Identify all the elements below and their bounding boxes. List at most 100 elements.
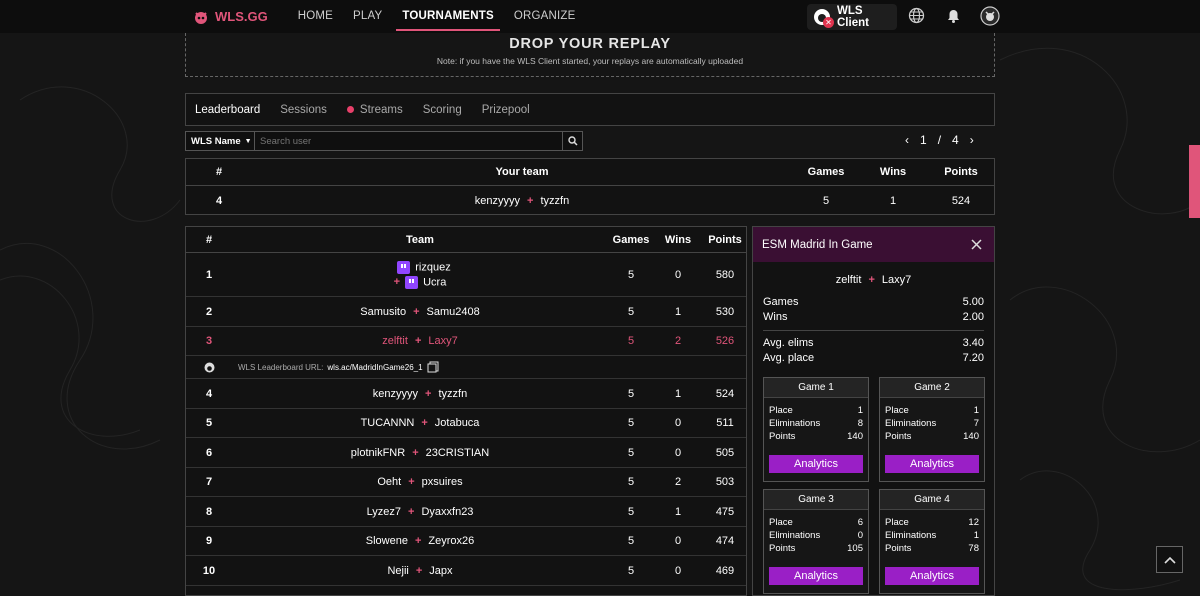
current-page[interactable]: 1: [920, 133, 927, 147]
game-card-3: Game 3 Place 6 Eliminations 0 Points 105 An…: [763, 489, 869, 594]
header-your-team: Your team: [495, 166, 549, 178]
brand-logo[interactable]: WLS.GG: [193, 9, 268, 25]
row-rank: 6: [205, 446, 213, 459]
total-pages[interactable]: 4: [952, 133, 959, 147]
nav-play[interactable]: PLAY: [343, 0, 392, 33]
player-name[interactable]: Laxy7: [882, 274, 911, 286]
globe-icon[interactable]: [908, 7, 925, 24]
table-row[interactable]: 10 Nejii + Japx 5 0 469: [186, 556, 746, 586]
player-name[interactable]: pxsuires: [422, 476, 463, 488]
player-name[interactable]: Zeyrox26: [428, 535, 474, 547]
row-games: 5: [627, 535, 635, 547]
analytics-button[interactable]: Analytics: [769, 455, 863, 473]
nav-tournaments[interactable]: TOURNAMENTS: [392, 0, 503, 33]
player-name[interactable]: kenzyyyy: [475, 195, 520, 207]
place-label: Place: [769, 517, 793, 528]
search-icon: [567, 136, 578, 146]
game-card-4: Game 4 Place 12 Eliminations 1 Points 78 An…: [879, 489, 985, 594]
twitch-icon[interactable]: [397, 260, 411, 274]
stat-label: Wins: [763, 310, 788, 323]
tab-sessions[interactable]: Sessions: [280, 104, 327, 116]
player-name[interactable]: Slowene: [366, 535, 408, 547]
row-points: 475: [715, 505, 735, 518]
place-value: 1: [973, 405, 979, 416]
player-name[interactable]: Laxy7: [428, 335, 457, 347]
table-row[interactable]: 2 Samusito + Samu2408 5 1 530: [186, 297, 746, 327]
player-name[interactable]: zelftit: [382, 335, 408, 347]
player-name[interactable]: plotnikFNR: [351, 447, 405, 459]
analytics-button[interactable]: Analytics: [769, 567, 863, 585]
team-detail-panel: ESM Madrid In Game zelftit + Laxy7 Games 5.…: [752, 226, 995, 596]
player-name[interactable]: zelftit: [836, 274, 862, 286]
user-avatar-icon[interactable]: [980, 6, 1000, 26]
player-name[interactable]: Nejii: [387, 565, 408, 577]
stat-wins: Wins 2.00: [753, 309, 994, 324]
player-name[interactable]: Lyzez7: [367, 506, 401, 518]
table-row[interactable]: 8 Lyzez7 + Dyaxxfn23 5 1 475: [186, 497, 746, 527]
close-icon[interactable]: [971, 239, 982, 250]
header-team: Team: [406, 233, 434, 246]
player-name[interactable]: TUCANNN: [361, 417, 415, 429]
tab-streams-label: Streams: [359, 103, 403, 116]
table-row[interactable]: 1 rizquez + Ucra 5 0 580: [186, 253, 746, 297]
url-label: WLS Leaderboard URL:: [238, 362, 324, 372]
stat-value: 3.40: [962, 336, 984, 349]
tab-prizepool[interactable]: Prizepool: [482, 104, 530, 116]
player-name[interactable]: Samu2408: [427, 306, 480, 318]
table-row[interactable]: 9 Slowene + Zeyrox26 5 0 474: [186, 527, 746, 556]
row-team: Samusito + Samu2408: [232, 297, 608, 326]
player-name[interactable]: kenzyyyy: [373, 388, 418, 400]
game-title: Game 3: [764, 490, 868, 510]
table-row[interactable]: 7 Oeht + pxsuires 5 2 503: [186, 468, 746, 497]
row-games: 5: [627, 335, 635, 347]
row-games: 5: [627, 305, 635, 318]
table-row[interactable]: 5 TUCANNN + Jotabuca 5 0 511: [186, 409, 746, 438]
player-name[interactable]: Dyaxxfn23: [421, 506, 473, 518]
replay-dropzone[interactable]: DROP YOUR REPLAY Note: if you have the W…: [185, 33, 995, 77]
copy-icon[interactable]: [427, 361, 439, 373]
prev-page-icon[interactable]: ‹: [905, 133, 909, 147]
wls-client-button[interactable]: ✕ WLS Client: [807, 4, 897, 30]
analytics-button[interactable]: Analytics: [885, 567, 979, 585]
player-name[interactable]: Jotabuca: [435, 417, 480, 429]
analytics-button[interactable]: Analytics: [885, 455, 979, 473]
search-button[interactable]: [563, 131, 583, 151]
nav-organize[interactable]: ORGANIZE: [504, 0, 586, 33]
tab-leaderboard[interactable]: Leaderboard: [195, 104, 260, 116]
plus-icon: +: [414, 335, 422, 347]
row-games: 5: [627, 564, 635, 577]
your-team-row[interactable]: 4 kenzyyyy + tyzzfn 5 1 524: [186, 186, 994, 215]
scrollbar-thumb[interactable]: [1189, 145, 1200, 218]
player-name[interactable]: Ucra: [423, 276, 446, 288]
table-row[interactable]: 6 plotnikFNR +23CRISTIAN 5 0 505: [186, 438, 746, 468]
points-value: 78: [968, 543, 979, 554]
plus-icon: +: [415, 564, 423, 577]
search-filter-select[interactable]: WLS Name ▼: [185, 131, 255, 151]
bell-icon[interactable]: [945, 7, 962, 24]
scroll-to-top-button[interactable]: [1156, 546, 1183, 573]
row-points: 526: [715, 335, 735, 347]
player-name[interactable]: tyzzfn: [540, 195, 569, 207]
player-name[interactable]: 23CRISTIAN: [426, 447, 490, 459]
tab-scoring[interactable]: Scoring: [423, 104, 462, 116]
twitch-icon[interactable]: [405, 275, 419, 289]
row-rank: 8: [205, 505, 213, 518]
header-rank: #: [205, 233, 213, 246]
row-games: 5: [627, 387, 635, 400]
nav-home[interactable]: HOME: [288, 0, 343, 33]
player-name[interactable]: Oeht: [377, 476, 401, 488]
search-input[interactable]: [255, 131, 563, 151]
plus-icon: +: [868, 274, 875, 286]
player-name[interactable]: Japx: [429, 565, 452, 577]
player-name[interactable]: tyzzfn: [438, 388, 467, 400]
player-name[interactable]: rizquez: [415, 261, 450, 273]
url-value[interactable]: wls.ac/MadridInGame26_1: [327, 363, 422, 372]
tab-streams[interactable]: Streams: [346, 103, 403, 116]
stat-avg-elims: Avg. elims 3.40: [753, 335, 994, 350]
row-points: 503: [715, 476, 735, 488]
row-rank: 7: [205, 476, 213, 488]
table-row-selected[interactable]: 3 zelftit + Laxy7 5 2 526: [186, 327, 746, 356]
next-page-icon[interactable]: ›: [970, 133, 974, 147]
player-name[interactable]: Samusito: [360, 306, 406, 318]
table-row[interactable]: 4 kenzyyyy + tyzzfn 5 1 524: [186, 379, 746, 409]
